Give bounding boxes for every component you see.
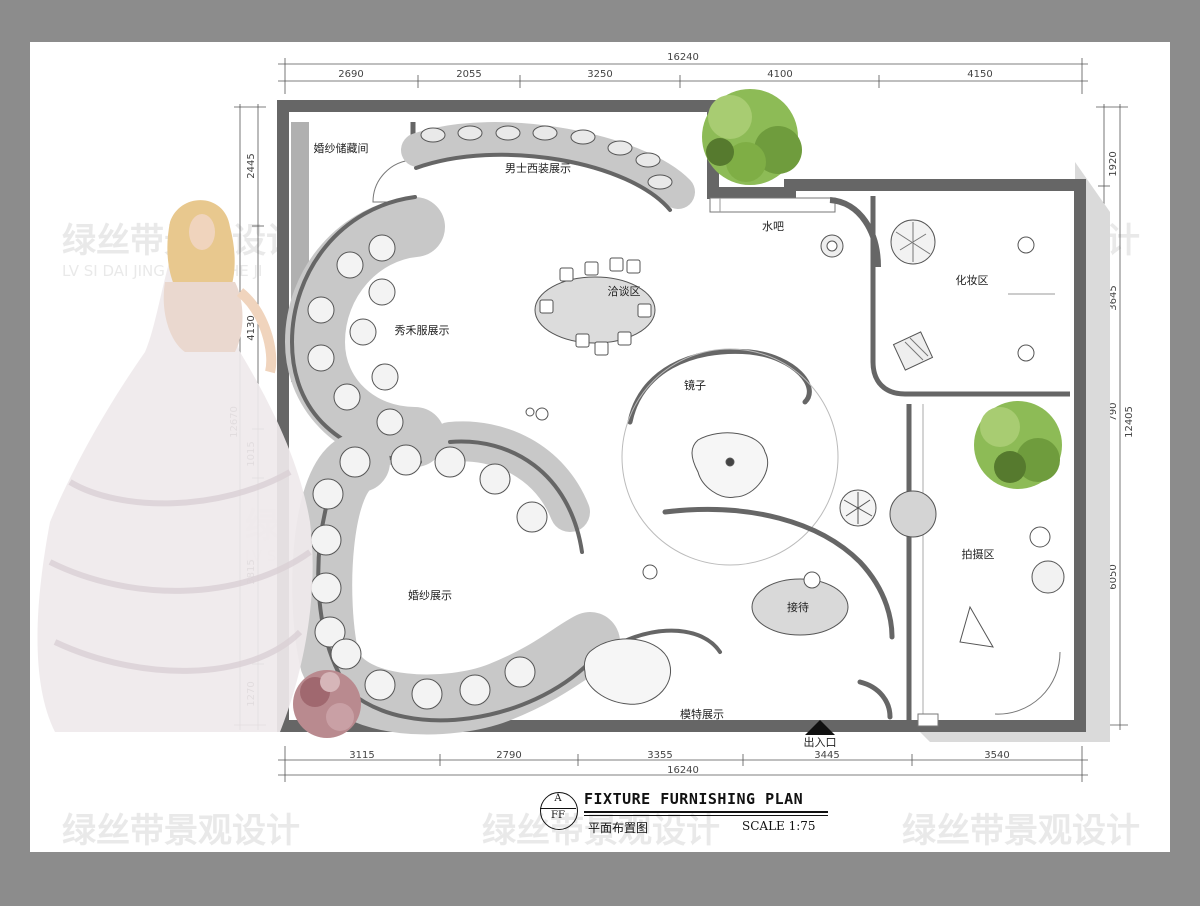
drawing-ref-divider	[540, 808, 576, 809]
label-model: 模特展示	[680, 707, 724, 721]
label-reception: 接待	[787, 600, 809, 614]
dim-top-3: 3250	[587, 69, 612, 80]
label-xiuhe: 秀禾服展示	[395, 324, 450, 337]
label-negotiation: 洽谈区	[608, 285, 641, 298]
floor-plan: 绿丝带景观设计 LV SI DAI JING GUAN SHE JI 绿丝带景观…	[37, 52, 1140, 851]
dim-bottom-3: 3355	[647, 750, 672, 761]
watermark-text: 绿丝带景观设计	[62, 811, 300, 851]
label-wedding-dress: 婚纱展示	[408, 588, 452, 602]
flower-shrub-icon	[293, 670, 361, 738]
drawing-title: FIXTURE FURNISHING PLAN	[584, 790, 804, 808]
title-block: A FF FIXTURE FURNISHING PLAN 平面布置图 SCALE…	[540, 790, 840, 840]
dim-top-4: 4100	[767, 69, 792, 80]
tree-icon	[974, 401, 1062, 489]
dim-right-total: 12405	[1124, 406, 1135, 438]
drawing-subtitle: 平面布置图	[588, 821, 649, 835]
label-makeup: 化妆区	[956, 273, 989, 287]
dim-right-1: 1920	[1108, 151, 1119, 176]
dim-bottom-1: 3115	[349, 750, 374, 761]
dim-bottom-total: 16240	[667, 765, 699, 776]
dim-bottom-5: 3540	[984, 750, 1009, 761]
dim-bottom-4: 3445	[814, 750, 839, 761]
dim-top-1: 2690	[338, 69, 363, 80]
dim-top-total: 16240	[667, 52, 699, 63]
dim-bottom-2: 2790	[496, 750, 521, 761]
drawing-sheet: 绿丝带景观设计 LV SI DAI JING GUAN SHE JI 绿丝带景观…	[30, 42, 1170, 852]
drawing-ref-top: A	[554, 793, 562, 804]
dim-left-2: 4130	[246, 315, 257, 340]
title-underline-thin	[584, 815, 828, 816]
label-mens-suit: 男士西装展示	[505, 162, 571, 175]
watermark-text: 绿丝带景观设计	[902, 811, 1140, 851]
dim-top-2: 2055	[456, 69, 481, 80]
tree-icon	[702, 89, 802, 185]
label-bridal-storage: 婚纱储藏间	[314, 141, 369, 155]
title-underline	[584, 811, 828, 813]
label-mirror: 镜子	[684, 378, 706, 392]
drawing-scale: SCALE 1:75	[742, 819, 816, 833]
dim-left-1: 2445	[246, 153, 257, 178]
label-water-bar: 水吧	[762, 220, 784, 233]
drawing-ref-bottom: FF	[551, 810, 565, 821]
label-photo: 拍摄区	[962, 547, 995, 561]
dim-top-5: 4150	[967, 69, 992, 80]
label-entrance: 出入口	[804, 735, 837, 749]
